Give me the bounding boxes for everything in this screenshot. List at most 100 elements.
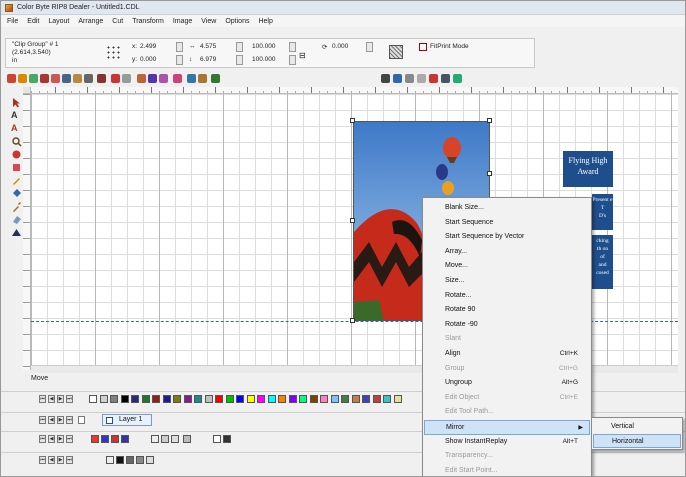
rotation-spinner[interactable] — [366, 42, 373, 52]
special-icon[interactable] — [453, 74, 462, 83]
palette-swatch[interactable] — [257, 395, 265, 403]
scale-h-spinner[interactable] — [289, 55, 296, 65]
prev-icon[interactable]: ◀ — [48, 456, 55, 464]
menu-item-show-instantreplay[interactable]: Show InstantReplay Alt+T — [424, 435, 590, 450]
prev-icon[interactable]: ◀ — [48, 416, 55, 424]
paste-icon[interactable] — [73, 74, 82, 83]
palette-swatch[interactable] — [278, 395, 286, 403]
paint-bucket-icon[interactable] — [11, 188, 22, 199]
height-spinner[interactable] — [236, 55, 243, 65]
tool-swatch[interactable] — [111, 435, 119, 443]
selection-handle[interactable] — [487, 118, 492, 123]
first-icon[interactable]: ⏮ — [39, 435, 46, 443]
fill-swatch[interactable] — [136, 456, 144, 464]
last-icon[interactable]: ⏭ — [66, 435, 73, 443]
tool-swatch[interactable] — [213, 435, 221, 443]
menu-item-blank-size[interactable]: Blank Size... — [424, 201, 590, 216]
menu-options[interactable]: Options — [225, 18, 249, 25]
tool-swatch[interactable] — [183, 435, 191, 443]
menu-view[interactable]: View — [201, 18, 216, 25]
palette-swatch[interactable] — [215, 395, 223, 403]
weld-icon[interactable] — [429, 74, 438, 83]
eyedropper-icon[interactable] — [11, 201, 22, 212]
tool-swatch[interactable] — [171, 435, 179, 443]
vertical-ruler[interactable] — [23, 94, 31, 370]
palette-swatch[interactable] — [341, 395, 349, 403]
prev-icon[interactable]: ◀ — [48, 435, 55, 443]
save-icon[interactable] — [29, 74, 38, 83]
fill-pattern-button[interactable] — [389, 45, 403, 59]
menu-edit[interactable]: Edit — [27, 18, 39, 25]
selection-handle[interactable] — [350, 318, 355, 323]
ruler-corner[interactable] — [23, 87, 31, 94]
layers-icon[interactable] — [11, 227, 22, 238]
first-icon[interactable]: ⏮ — [39, 456, 46, 464]
palette-swatch[interactable] — [393, 395, 402, 403]
scale-h-field[interactable]: 100.000 — [252, 56, 276, 63]
fitprint-checkbox[interactable] — [419, 43, 427, 51]
last-icon[interactable]: ⏭ — [66, 456, 73, 464]
tool-swatch[interactable] — [151, 435, 159, 443]
menu-image[interactable]: Image — [173, 18, 192, 25]
submenu-horizontal[interactable]: Horizontal — [593, 434, 681, 448]
redo-icon[interactable] — [122, 74, 131, 83]
lock-icon[interactable]: ⊟ — [299, 51, 306, 60]
submenu-vertical[interactable]: Vertical — [593, 420, 681, 434]
horizontal-ruler[interactable] — [23, 87, 678, 94]
tool-swatch[interactable] — [91, 435, 99, 443]
trace-icon[interactable] — [198, 74, 207, 83]
palette-swatch[interactable] — [362, 395, 370, 403]
menu-item-move[interactable]: Move... — [424, 259, 590, 274]
fill-icon[interactable] — [11, 162, 22, 173]
fill-swatch[interactable] — [116, 456, 124, 464]
image-icon[interactable] — [187, 74, 196, 83]
select-arrow-icon[interactable] — [11, 97, 22, 108]
x-spinner[interactable] — [176, 42, 183, 52]
palette-swatch[interactable] — [162, 395, 171, 403]
layer-tab[interactable]: Layer 1 — [102, 414, 152, 426]
print-icon[interactable] — [40, 74, 49, 83]
menu-item-start-sequence-by-vector[interactable]: Start Sequence by Vector — [424, 230, 590, 245]
palette-swatch[interactable] — [288, 395, 297, 403]
width-field[interactable]: 4.575 — [200, 43, 216, 50]
palette-swatch[interactable] — [120, 395, 129, 403]
pen-tool-icon[interactable] — [417, 74, 426, 83]
menu-file[interactable]: File — [7, 18, 18, 25]
tool-swatch[interactable] — [101, 435, 109, 443]
new-icon[interactable] — [7, 74, 16, 83]
award-text-box-1[interactable]: Present e T D's — [592, 194, 613, 230]
y-field[interactable]: 0.000 — [140, 56, 156, 63]
shape-icon[interactable] — [11, 149, 22, 160]
text-icon[interactable]: A — [11, 110, 22, 121]
next-icon[interactable]: ▶ — [57, 416, 64, 424]
last-icon[interactable]: ⏭ — [66, 395, 73, 403]
node-icon[interactable] — [405, 74, 414, 83]
palette-swatch[interactable] — [194, 395, 202, 403]
fill-swatch[interactable] — [106, 456, 114, 464]
first-icon[interactable]: ⏮ — [39, 416, 46, 424]
fill-swatch[interactable] — [146, 456, 154, 464]
outline-icon[interactable] — [159, 74, 168, 83]
y-spinner[interactable] — [176, 55, 183, 65]
color-icon[interactable] — [173, 74, 182, 83]
next-icon[interactable]: ▶ — [57, 456, 64, 464]
effects-icon[interactable] — [441, 74, 450, 83]
palette-swatch[interactable] — [152, 395, 160, 403]
menu-item-rotate[interactable]: Rotate... — [424, 289, 590, 304]
menu-arrange[interactable]: Arrange — [78, 18, 103, 25]
menu-help[interactable]: Help — [258, 18, 272, 25]
palette-swatch[interactable] — [225, 395, 234, 403]
eraser-icon[interactable] — [11, 214, 22, 225]
cut-icon[interactable] — [51, 74, 60, 83]
zoom-icon[interactable] — [11, 136, 22, 147]
palette-swatch[interactable] — [299, 395, 307, 403]
palette-swatch[interactable] — [131, 395, 139, 403]
art-text-icon[interactable]: A — [11, 123, 22, 134]
scale-w-field[interactable]: 100.000 — [252, 43, 276, 50]
x-field[interactable]: 2.499 — [140, 43, 156, 50]
next-icon[interactable]: ▶ — [57, 435, 64, 443]
next-icon[interactable]: ▶ — [57, 395, 64, 403]
delete-icon[interactable] — [84, 74, 93, 83]
menu-cut[interactable]: Cut — [112, 18, 123, 25]
tool-swatch[interactable] — [121, 435, 129, 443]
